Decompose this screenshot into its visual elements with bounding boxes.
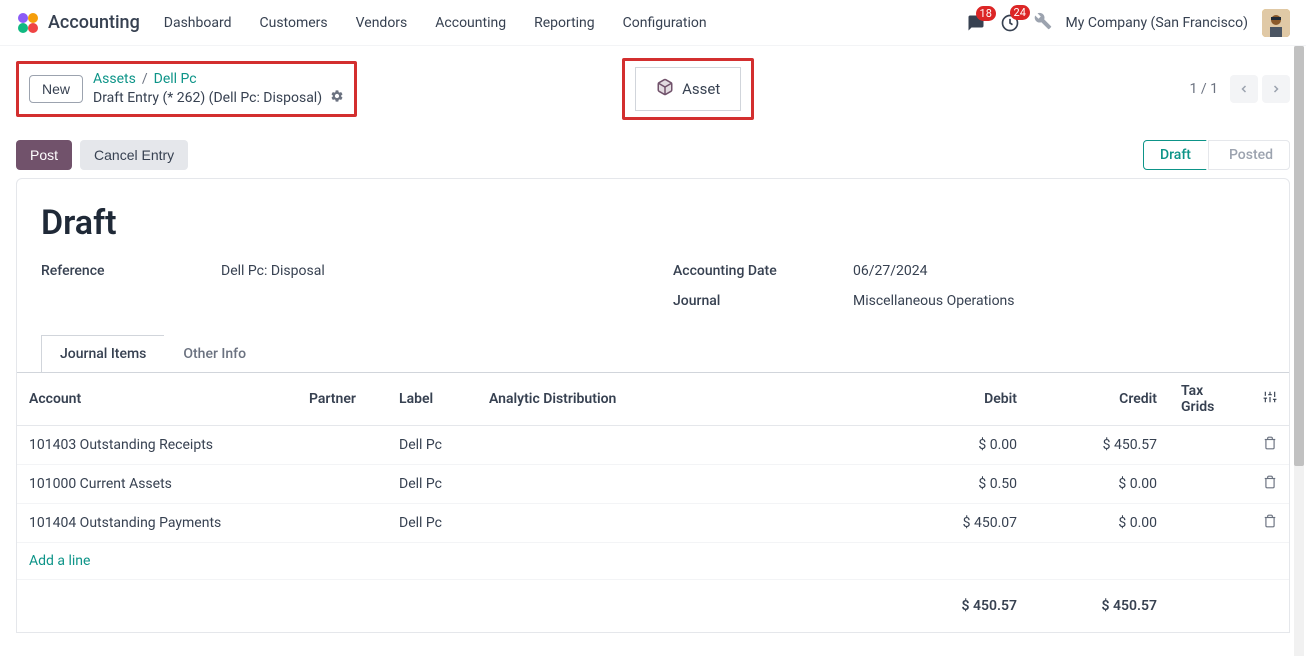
nav-accounting[interactable]: Accounting <box>435 15 506 31</box>
nav-reporting[interactable]: Reporting <box>534 15 595 31</box>
app-name[interactable]: Accounting <box>48 12 140 33</box>
cancel-entry-button[interactable]: Cancel Entry <box>80 140 188 170</box>
chat-icon[interactable]: 18 <box>966 14 986 32</box>
nav-items: Dashboard Customers Vendors Accounting R… <box>164 15 707 31</box>
breadcrumb-current: Draft Entry (* 262) (Dell Pc: Disposal) <box>93 89 322 107</box>
add-line-link[interactable]: Add a line <box>29 553 90 569</box>
tab-journal-items[interactable]: Journal Items <box>41 335 165 372</box>
breadcrumb-item[interactable]: Dell Pc <box>154 70 197 88</box>
status-bar: Draft Posted <box>1143 140 1290 170</box>
cell-credit[interactable]: $ 0.00 <box>1029 465 1169 504</box>
cell-tax[interactable] <box>1169 504 1249 543</box>
cell-account[interactable]: 101403 Outstanding Receipts <box>17 426 297 465</box>
cell-analytic[interactable] <box>477 426 889 465</box>
nav-vendors[interactable]: Vendors <box>356 15 408 31</box>
total-credit: $ 450.57 <box>1029 580 1169 633</box>
cell-tax[interactable] <box>1169 465 1249 504</box>
pager-prev[interactable] <box>1230 75 1258 103</box>
app-logo-icon[interactable] <box>16 11 40 35</box>
cell-label[interactable]: Dell Pc <box>387 465 477 504</box>
col-debit[interactable]: Debit <box>889 373 1029 426</box>
box-icon <box>656 78 674 100</box>
field-journal-value[interactable]: Miscellaneous Operations <box>853 293 1015 309</box>
trash-icon[interactable] <box>1263 516 1277 532</box>
action-bar: Post Cancel Entry Draft Posted <box>0 132 1306 178</box>
cell-account[interactable]: 101000 Current Assets <box>17 465 297 504</box>
col-label[interactable]: Label <box>387 373 477 426</box>
field-reference-label: Reference <box>41 263 221 279</box>
new-button[interactable]: New <box>29 75 83 103</box>
asset-button-label: Asset <box>682 80 720 98</box>
total-debit: $ 450.57 <box>889 580 1029 633</box>
control-bar: New Assets / Dell Pc Draft Entry (* 262)… <box>0 46 1306 132</box>
breadcrumb-highlight: New Assets / Dell Pc Draft Entry (* 262)… <box>16 61 357 116</box>
table-row[interactable]: 101000 Current Assets Dell Pc $ 0.50$ 0.00 <box>17 465 1289 504</box>
table-row[interactable]: 101404 Outstanding Payments Dell Pc $ 450.… <box>17 504 1289 543</box>
asset-button-highlight: Asset <box>622 58 754 120</box>
cell-tax[interactable] <box>1169 426 1249 465</box>
pager: 1 / 1 <box>1190 75 1290 103</box>
col-settings[interactable] <box>1249 373 1289 426</box>
breadcrumb-assets[interactable]: Assets <box>93 70 136 88</box>
cell-debit[interactable]: $ 0.00 <box>889 426 1029 465</box>
col-partner[interactable]: Partner <box>297 373 387 426</box>
pager-next[interactable] <box>1262 75 1290 103</box>
post-button[interactable]: Post <box>16 140 72 170</box>
col-credit[interactable]: Credit <box>1029 373 1169 426</box>
cell-label[interactable]: Dell Pc <box>387 426 477 465</box>
chat-badge: 18 <box>976 6 996 21</box>
gear-icon[interactable] <box>330 89 344 108</box>
tools-icon[interactable] <box>1034 12 1052 34</box>
field-grid: Reference Dell Pc: Disposal Accounting D… <box>41 263 1265 323</box>
breadcrumb-separator: / <box>142 70 148 88</box>
cell-partner[interactable] <box>297 504 387 543</box>
asset-button[interactable]: Asset <box>635 67 741 111</box>
nav-right: 18 24 My Company (San Francisco) <box>966 9 1290 37</box>
field-accounting-date-label: Accounting Date <box>673 263 853 279</box>
field-reference-value[interactable]: Dell Pc: Disposal <box>221 263 325 279</box>
breadcrumb: Assets / Dell Pc Draft Entry (* 262) (De… <box>93 70 344 107</box>
status-draft[interactable]: Draft <box>1143 140 1216 170</box>
cell-partner[interactable] <box>297 426 387 465</box>
pager-count[interactable]: 1 / 1 <box>1190 81 1218 97</box>
company-selector[interactable]: My Company (San Francisco) <box>1066 15 1248 31</box>
field-accounting-date-value[interactable]: 06/27/2024 <box>853 263 928 279</box>
cell-analytic[interactable] <box>477 504 889 543</box>
scrollbar[interactable] <box>1294 46 1304 656</box>
cell-credit[interactable]: $ 450.57 <box>1029 426 1169 465</box>
activity-icon[interactable]: 24 <box>1000 13 1020 33</box>
col-analytic[interactable]: Analytic Distribution <box>477 373 889 426</box>
cell-debit[interactable]: $ 0.50 <box>889 465 1029 504</box>
page-title: Draft <box>41 203 1265 243</box>
cell-analytic[interactable] <box>477 465 889 504</box>
cell-debit[interactable]: $ 450.07 <box>889 504 1029 543</box>
cell-partner[interactable] <box>297 465 387 504</box>
top-nav: Accounting Dashboard Customers Vendors A… <box>0 0 1306 46</box>
cell-label[interactable]: Dell Pc <box>387 504 477 543</box>
nav-configuration[interactable]: Configuration <box>623 15 707 31</box>
form-sheet: Draft Reference Dell Pc: Disposal Accoun… <box>16 178 1290 633</box>
cell-credit[interactable]: $ 0.00 <box>1029 504 1169 543</box>
status-posted[interactable]: Posted <box>1208 140 1290 170</box>
table-row[interactable]: 101403 Outstanding Receipts Dell Pc $ 0.00… <box>17 426 1289 465</box>
tabs: Journal Items Other Info <box>41 335 1265 372</box>
cell-account[interactable]: 101404 Outstanding Payments <box>17 504 297 543</box>
col-account[interactable]: Account <box>17 373 297 426</box>
nav-customers[interactable]: Customers <box>260 15 328 31</box>
col-tax[interactable]: Tax Grids <box>1169 373 1249 426</box>
nav-dashboard[interactable]: Dashboard <box>164 15 232 31</box>
tab-other-info[interactable]: Other Info <box>164 335 265 372</box>
journal-items-table: Account Partner Label Analytic Distribut… <box>17 372 1289 632</box>
trash-icon[interactable] <box>1263 438 1277 454</box>
user-avatar[interactable] <box>1262 9 1290 37</box>
trash-icon[interactable] <box>1263 477 1277 493</box>
field-journal-label: Journal <box>673 293 853 309</box>
totals-row: $ 450.57 $ 450.57 <box>17 580 1289 633</box>
activity-badge: 24 <box>1010 5 1030 20</box>
